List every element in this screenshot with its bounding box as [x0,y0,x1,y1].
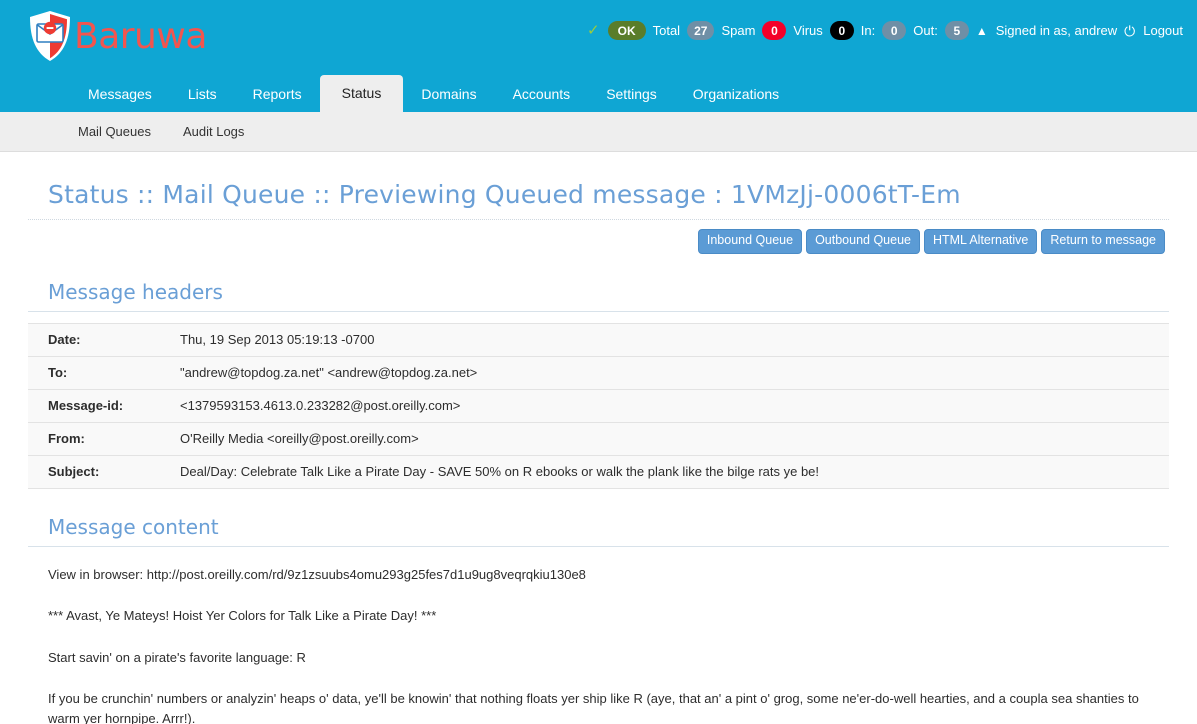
page-content: Status :: Mail Queue :: Previewing Queue… [0,152,1197,724]
page-title: Status :: Mail Queue :: Previewing Queue… [28,152,1169,220]
virus-count-badge: 0 [829,21,854,40]
check-icon: ✓ [587,22,600,39]
spam-count-badge: 0 [762,21,787,40]
header-key-date: Date: [28,322,164,357]
power-icon[interactable]: ⏻ [1124,24,1135,38]
header-value-from: O'Reilly Media <oreilly@post.oreilly.com… [164,421,1169,456]
header-value-subject: Deal/Day: Celebrate Talk Like a Pirate D… [164,454,1169,489]
return-to-message-button[interactable]: Return to message [1041,229,1165,254]
nav-item-status[interactable]: Status [319,75,404,112]
nav-item-settings[interactable]: Settings [588,77,675,112]
message-paragraph-lead: Start savin' on a pirate's favorite lang… [48,649,306,665]
table-row: Date: Thu, 19 Sep 2013 05:19:13 -0700 [28,322,1169,357]
html-alternative-button[interactable]: HTML Alternative [923,229,1038,254]
header-value-message-id: <1379593153.4613.0.233282@post.oreilly.c… [164,388,1169,423]
brand-name: Baruwa [74,16,207,57]
message-headers-title: Message headers [28,254,1169,312]
table-row: Message-id: <1379593153.4613.0.233282@po… [28,388,1169,423]
outbound-queue-button[interactable]: Outbound Queue [806,229,920,254]
subnav-item-mail-queues[interactable]: Mail Queues [78,124,151,139]
nav-item-reports[interactable]: Reports [235,77,320,112]
signed-in-text: Signed in as, andrew [995,23,1118,38]
table-row: To: "andrew@topdog.za.net" <andrew@topdo… [28,355,1169,390]
message-paragraph-view-in-browser: View in browser: http://post.oreilly.com… [48,566,586,582]
header-value-date: Thu, 19 Sep 2013 05:19:13 -0700 [164,322,1169,357]
action-button-row: Inbound Queue Outbound Queue HTML Altern… [28,220,1169,254]
header-key-subject: Subject: [28,454,164,489]
outbound-label: Out: [913,23,938,38]
subnav-item-audit-logs[interactable]: Audit Logs [183,124,244,139]
brand-logo[interactable]: Baruwa [26,9,207,63]
header-key-from: From: [28,421,164,456]
message-headers-table: Date: Thu, 19 Sep 2013 05:19:13 -0700 To… [28,322,1169,489]
header-key-to: To: [28,355,164,390]
nav-item-lists[interactable]: Lists [170,77,235,112]
nav-item-organizations[interactable]: Organizations [675,77,797,112]
table-row: Subject: Deal/Day: Celebrate Talk Like a… [28,454,1169,489]
total-count-badge: 27 [687,21,715,40]
inbound-count-badge: 0 [882,21,907,40]
inbound-label: In: [860,23,876,38]
status-summary-bar: ✓ OK Total 27 Spam 0 Virus 0 In: 0 Out: … [587,21,1183,40]
sub-navigation: Mail Queues Audit Logs [0,112,1197,152]
shield-envelope-logo-icon [30,11,70,61]
nav-item-domains[interactable]: Domains [403,77,494,112]
nav-item-accounts[interactable]: Accounts [495,77,589,112]
message-paragraph-body: If you be crunchin' numbers or analyzin'… [48,691,1139,724]
header-key-message-id: Message-id: [28,388,164,423]
table-row: From: O'Reilly Media <oreilly@post.oreil… [28,421,1169,456]
outbound-count-badge: 5 [944,21,969,40]
main-navigation: Messages Lists Reports Status Domains Ac… [70,74,797,112]
spam-label: Spam [721,23,756,38]
message-body: View in browser: http://post.oreilly.com… [28,547,1169,724]
app-header: Baruwa ✓ OK Total 27 Spam 0 Virus 0 In: … [0,0,1197,112]
message-paragraph-headline: *** Avast, Ye Mateys! Hoist Yer Colors f… [48,608,437,624]
virus-label: Virus [793,23,823,38]
total-label: Total [652,23,681,38]
header-value-to: "andrew@topdog.za.net" <andrew@topdog.za… [164,355,1169,390]
logout-link[interactable]: Logout [1143,23,1183,38]
user-icon: ▲ [975,23,988,38]
status-badge-ok: OK [607,21,646,40]
nav-item-messages[interactable]: Messages [70,77,170,112]
inbound-queue-button[interactable]: Inbound Queue [697,229,803,254]
message-content-title: Message content [28,489,1169,547]
